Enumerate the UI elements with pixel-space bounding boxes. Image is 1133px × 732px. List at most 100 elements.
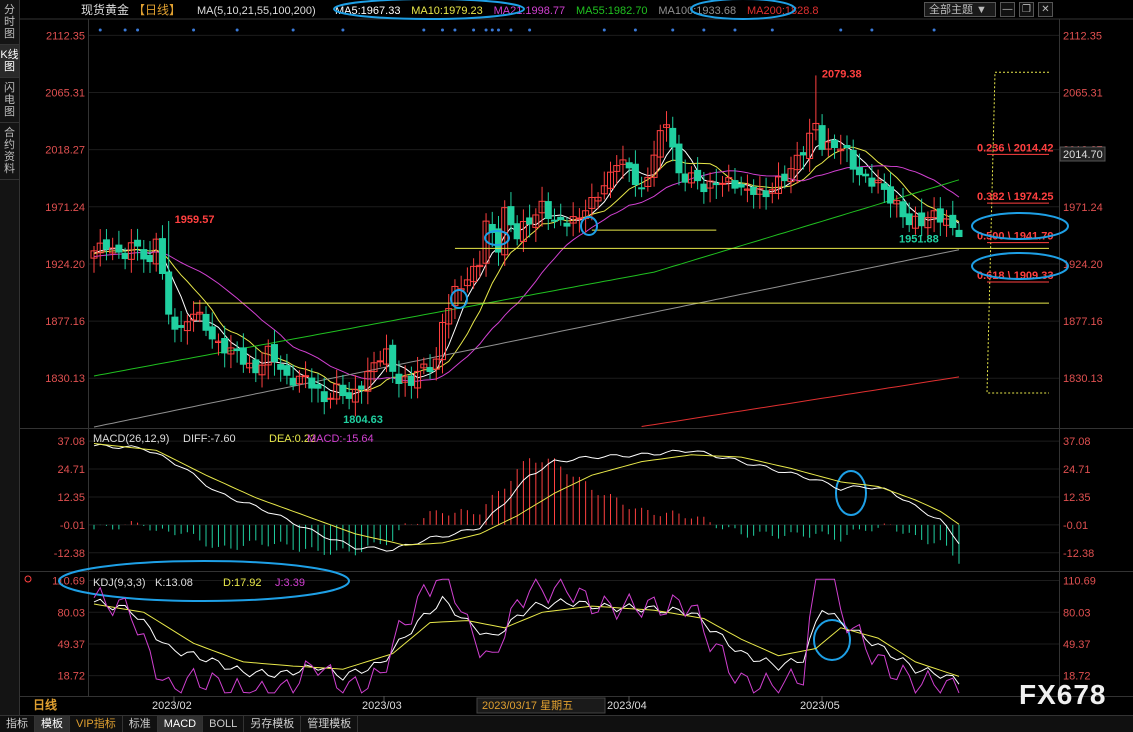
- price-tick-left: 1924.20: [45, 259, 85, 271]
- theme-select[interactable]: 全部主题 ▼: [924, 2, 996, 17]
- candle-body: [700, 183, 708, 193]
- signal-dot: [770, 28, 774, 32]
- left-tab-bar: 分时图 K线图 闪电图 合约资料: [0, 0, 20, 715]
- tab-save-template[interactable]: 另存模板: [244, 716, 302, 732]
- candle-body: [563, 222, 571, 227]
- candle-body: [146, 254, 154, 263]
- signal-dot: [341, 28, 345, 32]
- signal-dot: [528, 28, 532, 32]
- candle-body: [320, 391, 328, 403]
- candle-body: [121, 252, 129, 260]
- kdj-tick-right: 110.69: [1063, 576, 1096, 588]
- fib-level-label: 0.382 \ 1974.25: [977, 191, 1053, 203]
- minus-icon[interactable]: —: [1000, 2, 1015, 17]
- macd-tick-right: 12.35: [1063, 492, 1091, 504]
- tab-standard[interactable]: 标准: [123, 716, 158, 732]
- macd-tick-left: 24.71: [57, 464, 85, 476]
- candle-body: [270, 344, 278, 362]
- candle-body: [345, 392, 353, 399]
- tab-kline[interactable]: K线图: [0, 45, 19, 78]
- candle-body: [302, 375, 310, 378]
- watermark: FX678: [1019, 679, 1107, 710]
- signal-dot: [123, 28, 127, 32]
- candle-body: [326, 397, 334, 400]
- price-tick-right: 1877.16: [1063, 316, 1103, 328]
- candle-body: [314, 384, 322, 389]
- macd-tick-left: -0.01: [60, 520, 85, 532]
- price-tick-right: 1971.24: [1063, 202, 1103, 214]
- candle-body: [631, 163, 639, 186]
- signal-dot: [733, 28, 737, 32]
- kdj-tick-left: 49.37: [57, 639, 85, 651]
- candle-body: [376, 360, 384, 363]
- candle-body: [339, 384, 347, 397]
- candle-body: [750, 186, 758, 195]
- annotation-last-low: 1951.88: [899, 233, 939, 245]
- price-tick-left: 1971.24: [45, 202, 85, 214]
- macd-tick-right: 24.71: [1063, 464, 1091, 476]
- signal-dot: [440, 28, 444, 32]
- kdj-legend-j: J:3.39: [275, 577, 305, 589]
- candle-body: [719, 182, 727, 185]
- candle-body: [731, 180, 739, 189]
- signal-dot: [870, 28, 874, 32]
- tab-contract-info[interactable]: 合约资料: [0, 123, 19, 180]
- macd-tick-left: 12.35: [57, 492, 85, 504]
- macd-diff-line: [93, 443, 960, 552]
- price-tick-right: 2112.35: [1063, 30, 1102, 42]
- ma-line-ma10: [93, 146, 960, 392]
- ma-legend-prefix: MA(5,10,21,55,100,200): [197, 5, 316, 17]
- tab-boll[interactable]: BOLL: [203, 716, 245, 732]
- candle-body: [887, 186, 895, 204]
- kdj-tick-right: 49.37: [1063, 639, 1091, 651]
- chart-area: 现货黄金 【日线】 MA(5,10,21,55,100,200) MA5:1967.3…: [19, 0, 1133, 714]
- candle-body: [818, 125, 826, 150]
- candle-body: [140, 249, 148, 260]
- kdj-d-line: [93, 603, 960, 677]
- candle-body: [781, 173, 789, 182]
- annotation-feb-high: 1959.57: [175, 214, 215, 226]
- price-tick-right: 1924.20: [1063, 259, 1103, 271]
- ma-line-ma5: [93, 138, 960, 397]
- candle-body: [575, 217, 583, 220]
- kdj-legend-k: K:13.08: [155, 577, 193, 589]
- candle-body: [899, 201, 907, 218]
- cursor-date-label: 2023/03/17 星期五: [482, 699, 573, 712]
- period-label: 【日线】: [133, 3, 181, 17]
- price-tick-left: 2065.31: [45, 88, 85, 100]
- tab-flash[interactable]: 闪电图: [0, 78, 19, 123]
- signal-dot: [496, 28, 500, 32]
- kdj-legend-title: KDJ(9,3,3): [93, 577, 146, 589]
- candle-body: [681, 173, 689, 183]
- candle-body: [557, 216, 565, 221]
- signal-dot: [235, 28, 239, 32]
- restore-icon[interactable]: ❐: [1019, 2, 1034, 17]
- candle-body: [669, 127, 677, 148]
- signal-dot: [602, 28, 606, 32]
- candle-body: [283, 365, 291, 376]
- current-price-tag: 2014.70: [1063, 149, 1103, 161]
- tab-manage-templates[interactable]: 管理模板: [301, 716, 359, 732]
- candle-body: [862, 173, 870, 177]
- signal-dot: [192, 28, 196, 32]
- candle-body: [389, 344, 397, 372]
- macd-tick-right: -12.38: [1063, 548, 1094, 560]
- candle-body: [694, 169, 702, 182]
- tab-macd[interactable]: MACD: [157, 716, 204, 732]
- tab-vip-indicators[interactable]: VIP指标: [70, 716, 123, 732]
- tab-intraday[interactable]: 分时图: [0, 0, 19, 45]
- kdj-legend-d: D:17.92: [223, 577, 262, 589]
- kdj-tick-right: 80.03: [1063, 607, 1091, 619]
- highlight-kdj-cross: [813, 619, 851, 661]
- time-tick-label: 2023/02: [152, 700, 192, 712]
- signal-dot: [702, 28, 706, 32]
- tab-indicators[interactable]: 指标: [0, 716, 35, 732]
- ma-line-ma200: [641, 376, 960, 427]
- signal-dot: [932, 28, 936, 32]
- close-icon[interactable]: ✕: [1038, 2, 1053, 17]
- tab-templates[interactable]: 模板: [35, 716, 70, 732]
- candle-body: [638, 187, 646, 190]
- signal-dot: [453, 28, 457, 32]
- kdj-tick-left: 18.72: [57, 671, 85, 683]
- candle-body: [526, 217, 534, 225]
